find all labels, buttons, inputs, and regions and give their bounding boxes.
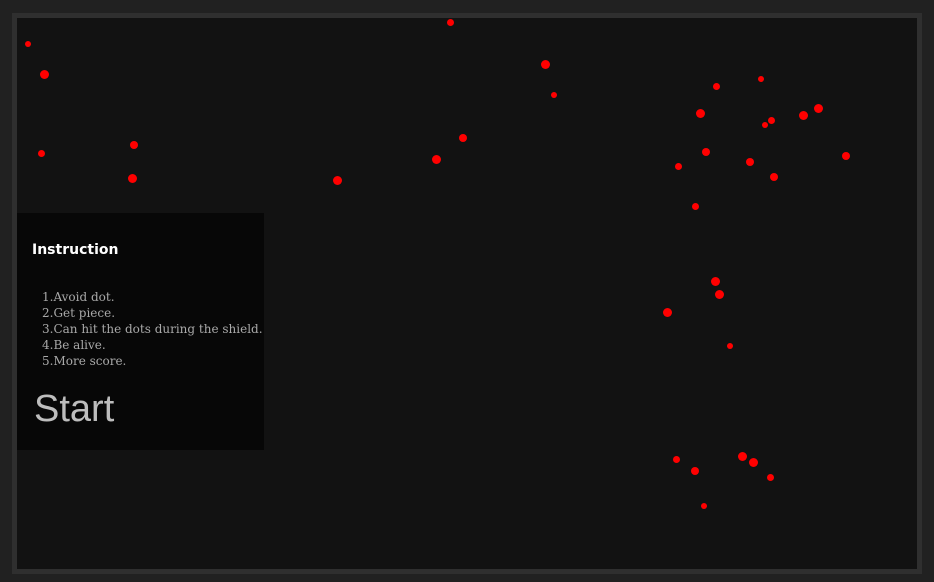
instruction-item: 1.Avoid dot.: [42, 290, 115, 304]
enemy-dot: [767, 116, 775, 124]
enemy-dot: [39, 69, 49, 79]
enemy-dot: [332, 175, 342, 185]
enemy-dot: [459, 134, 467, 142]
enemy-dot: [762, 122, 768, 128]
enemy-dot: [702, 148, 710, 156]
enemy-dot: [672, 455, 680, 463]
enemy-dot: [710, 276, 720, 286]
enemy-dot: [798, 110, 808, 120]
enemy-dot: [662, 307, 672, 317]
enemy-dot: [130, 141, 138, 149]
enemy-dot: [737, 451, 747, 461]
enemy-dot: [551, 92, 557, 98]
enemy-dot: [712, 82, 720, 90]
game-canvas[interactable]: Instruction 1.Avoid dot. 2.Get piece. 3.…: [17, 18, 917, 569]
game-frame: Instruction 1.Avoid dot. 2.Get piece. 3.…: [12, 13, 922, 574]
enemy-dot: [446, 18, 454, 26]
instruction-item: 5.More score.: [42, 354, 127, 368]
enemy-dot: [813, 103, 823, 113]
enemy-dot: [540, 59, 550, 69]
enemy-dot: [746, 158, 754, 166]
enemy-dot: [37, 149, 45, 157]
instruction-item: 4.Be alive.: [42, 338, 106, 352]
enemy-dot: [691, 202, 699, 210]
enemy-dot: [695, 108, 705, 118]
enemy-dot: [701, 503, 707, 509]
enemy-dot: [748, 457, 758, 467]
enemy-dot: [758, 76, 764, 82]
enemy-dot: [714, 289, 724, 299]
start-button[interactable]: Start: [34, 387, 114, 431]
enemy-dot: [770, 173, 778, 181]
enemy-dot: [691, 467, 699, 475]
instruction-item: 3.Can hit the dots during the shield.: [42, 322, 263, 336]
instruction-list: 1.Avoid dot. 2.Get piece. 3.Can hit the …: [42, 289, 263, 369]
instruction-panel: Instruction 1.Avoid dot. 2.Get piece. 3.…: [17, 213, 264, 450]
enemy-dot: [674, 162, 682, 170]
enemy-dot: [25, 41, 31, 47]
enemy-dot: [842, 152, 850, 160]
enemy-dot: [766, 473, 774, 481]
enemy-dot: [127, 173, 137, 183]
enemy-dot: [727, 343, 733, 349]
enemy-dot: [431, 154, 441, 164]
instruction-title: Instruction: [32, 242, 119, 258]
instruction-item: 2.Get piece.: [42, 306, 116, 320]
